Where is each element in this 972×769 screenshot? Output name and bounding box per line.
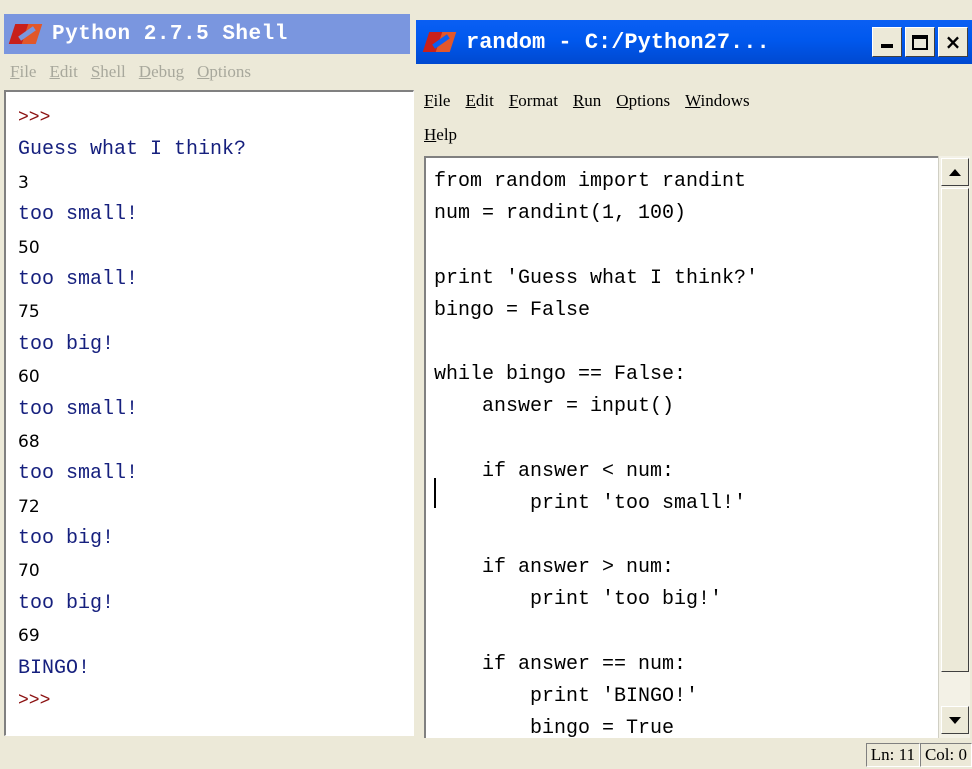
shell-window-title: Python 2.7.5 Shell [52, 22, 288, 46]
editor-menu-help[interactable]: Help [424, 125, 457, 145]
code-line: if answer == num: [434, 652, 687, 676]
editor-window: random - C:/Python27... × File Edit Form… [416, 0, 972, 769]
close-button[interactable]: × [938, 27, 968, 57]
shell-line: 3 [18, 172, 29, 193]
editor-menu-edit[interactable]: Edit [465, 91, 493, 111]
python-logo-icon [8, 22, 43, 46]
shell-line: 60 [18, 367, 40, 388]
arrow-up-icon [949, 168, 961, 176]
code-line: print 'Guess what I think?' [434, 266, 759, 290]
editor-status-bar: Ln: 11 Col: 0 [416, 740, 972, 769]
shell-line: 70 [18, 561, 40, 582]
shell-line: 75 [18, 302, 40, 323]
editor-menu-format[interactable]: Format [509, 91, 558, 111]
editor-menu-run[interactable]: Run [573, 91, 601, 111]
code-line: bingo = False [434, 298, 591, 322]
maximize-button[interactable] [905, 27, 935, 57]
window-controls: × [872, 27, 968, 57]
shell-title-bar[interactable]: Python 2.7.5 Shell [4, 14, 410, 54]
shell-line: too small! [18, 267, 139, 291]
scrollbar-thumb[interactable] [941, 188, 969, 672]
shell-line: too small! [18, 462, 139, 486]
editor-menu-file[interactable]: File [424, 91, 450, 111]
code-editor-area[interactable]: from random import randint num = randint(… [424, 156, 938, 738]
shell-line: Guess what I think? [18, 138, 247, 162]
shell-menu-options[interactable]: Options [197, 62, 251, 82]
shell-menu-bar: File Edit Shell Debug Options [4, 54, 410, 90]
scroll-down-button[interactable] [941, 706, 969, 734]
code-line: num = randint(1, 100) [434, 202, 687, 226]
shell-line: too big! [18, 591, 115, 615]
shell-bottom-bar [0, 736, 416, 769]
shell-menu-file[interactable]: File [10, 62, 36, 82]
code-line: answer = input() [434, 395, 675, 419]
editor-menu-windows[interactable]: Windows [685, 91, 750, 111]
code-line: bingo = True [434, 717, 675, 738]
python-shell-window: Python 2.7.5 Shell File Edit Shell Debug… [0, 0, 416, 769]
editor-menu-options[interactable]: Options [616, 91, 670, 111]
code-line: while bingo == False: [434, 363, 687, 387]
text-cursor [434, 478, 436, 508]
shell-line: 69 [18, 626, 40, 647]
code-line: if answer < num: [434, 459, 675, 483]
code-line: print 'too small!' [434, 491, 747, 515]
code-line: from random import randint [434, 170, 747, 193]
status-column-number: Col: 0 [919, 742, 972, 767]
shell-line: BINGO! [18, 656, 91, 680]
shell-line: >>> [18, 691, 51, 712]
maximize-icon [912, 34, 928, 50]
vertical-scrollbar[interactable] [938, 156, 970, 738]
shell-line: >>> [18, 108, 51, 128]
shell-menu-debug[interactable]: Debug [139, 62, 184, 82]
python-logo-icon [422, 30, 457, 54]
editor-window-title: random - C:/Python27... [466, 29, 770, 55]
editor-menu-bar: File Edit Format Run Options Windows Hel… [420, 86, 972, 150]
shell-line: too small! [18, 203, 139, 227]
shell-menu-shell[interactable]: Shell [91, 62, 126, 82]
code-line: print 'BINGO!' [434, 685, 699, 708]
minimize-button[interactable] [872, 27, 902, 57]
shell-output-area[interactable]: >>> Guess what I think? 3 too small! 50 too s… [4, 90, 414, 736]
arrow-down-icon [949, 716, 961, 724]
code-line: if answer > num: [434, 556, 675, 580]
code-line: print 'too big!' [434, 588, 723, 612]
shell-menu-edit[interactable]: Edit [49, 62, 77, 82]
shell-line: too big! [18, 527, 115, 551]
shell-line: too big! [18, 332, 115, 356]
close-icon: × [944, 30, 962, 54]
editor-title-bar[interactable]: random - C:/Python27... × [416, 20, 972, 64]
status-line-number: Ln: 11 [865, 742, 920, 767]
minimize-icon [881, 44, 893, 48]
shell-line: 68 [18, 431, 40, 452]
shell-line: too small! [18, 397, 139, 421]
shell-line: 72 [18, 496, 40, 517]
scroll-up-button[interactable] [941, 158, 969, 186]
shell-line: 50 [18, 237, 40, 258]
